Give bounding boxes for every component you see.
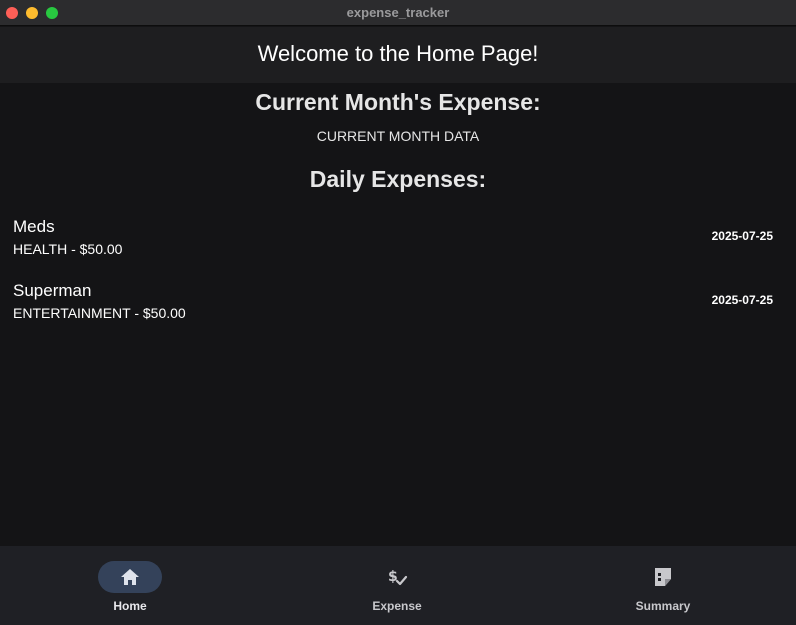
home-icon — [121, 569, 139, 585]
expense-category-amount: ENTERTAINMENT - $50.00 — [13, 305, 186, 321]
page-title: Welcome to the Home Page! — [257, 41, 539, 66]
nav-item-home[interactable]: Home — [60, 546, 200, 625]
nav-label-home: Home — [113, 599, 147, 613]
expense-list: Meds HEALTH - $50.00 2025-07-25 Superman… — [0, 213, 796, 341]
expense-name: Meds — [13, 217, 55, 236]
expense-date: 2025-07-25 — [711, 293, 773, 307]
app-bar: Welcome to the Home Page! — [0, 27, 796, 83]
summary-note-icon — [655, 568, 671, 586]
window-titlebar[interactable]: expense_tracker — [0, 0, 796, 26]
expense-category-amount: HEALTH - $50.00 — [13, 241, 123, 257]
price-check-icon: $ — [388, 569, 408, 586]
list-item[interactable]: Meds HEALTH - $50.00 2025-07-25 — [0, 213, 796, 277]
nav-label-expense: Expense — [372, 599, 422, 613]
list-item[interactable]: Superman ENTERTAINMENT - $50.00 2025-07-… — [0, 277, 796, 341]
current-month-data: CURRENT MONTH DATA — [316, 128, 480, 144]
nav-item-summary[interactable]: Summary — [593, 546, 733, 625]
nav-item-expense[interactable]: $ Expense — [327, 546, 467, 625]
current-month-heading: Current Month's Expense: — [255, 89, 541, 115]
home-content: Current Month's Expense: CURRENT MONTH D… — [0, 83, 796, 546]
window-title: expense_tracker — [346, 5, 450, 20]
expense-name: Superman — [13, 281, 92, 300]
daily-expenses-heading: Daily Expenses: — [309, 166, 487, 192]
expense-date: 2025-07-25 — [711, 229, 773, 243]
svg-text:$: $ — [388, 569, 398, 585]
nav-label-summary: Summary — [635, 599, 691, 613]
bottom-navigation-bar: Home $ Expense Summary — [0, 546, 796, 625]
app-window: expense_tracker Welcome to the Home Page… — [0, 0, 796, 625]
